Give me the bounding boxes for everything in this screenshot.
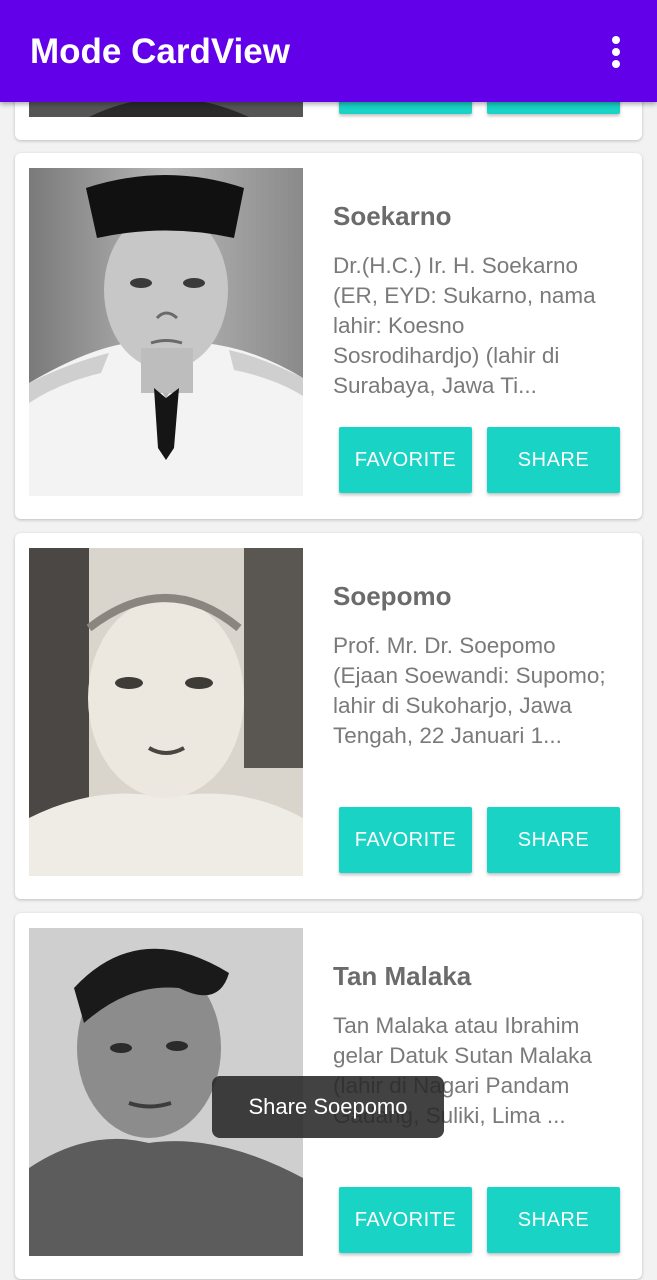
menu-dot bbox=[612, 48, 620, 56]
hero-card: Soekarno Dr.(H.C.) Ir. H. Soekarno (ER, … bbox=[15, 153, 642, 519]
app-title: Mode CardView bbox=[30, 32, 290, 71]
menu-dot bbox=[612, 36, 620, 44]
share-button[interactable]: SHARE bbox=[487, 1187, 620, 1253]
hero-info: Soepomo Prof. Mr. Dr. Soepomo (Ejaan Soe… bbox=[333, 579, 623, 781]
hero-description: Dr.(H.C.) Ir. H. Soekarno (ER, EYD: Suka… bbox=[333, 253, 596, 398]
hero-name: Soepomo bbox=[333, 581, 452, 611]
menu-dot bbox=[612, 60, 620, 68]
more-vert-icon[interactable] bbox=[604, 32, 628, 72]
hero-photo bbox=[29, 548, 303, 876]
hero-name: Tan Malaka bbox=[333, 961, 472, 991]
hero-description: Prof. Mr. Dr. Soepomo (Ejaan Soewandi: S… bbox=[333, 633, 606, 748]
toast-message: Share Soepomo bbox=[212, 1076, 444, 1138]
app-bar: Mode CardView bbox=[0, 0, 657, 102]
favorite-button[interactable]: FAVORITE bbox=[339, 427, 472, 493]
share-button[interactable]: SHARE bbox=[487, 807, 620, 873]
hero-card: Soepomo Prof. Mr. Dr. Soepomo (Ejaan Soe… bbox=[15, 533, 642, 899]
share-button[interactable]: SHARE bbox=[487, 427, 620, 493]
favorite-button[interactable]: FAVORITE bbox=[339, 807, 472, 873]
hero-name: Soekarno bbox=[333, 201, 452, 231]
hero-photo bbox=[29, 168, 303, 496]
favorite-button[interactable]: FAVORITE bbox=[339, 1187, 472, 1253]
hero-info: Soekarno Dr.(H.C.) Ir. H. Soekarno (ER, … bbox=[333, 199, 623, 401]
